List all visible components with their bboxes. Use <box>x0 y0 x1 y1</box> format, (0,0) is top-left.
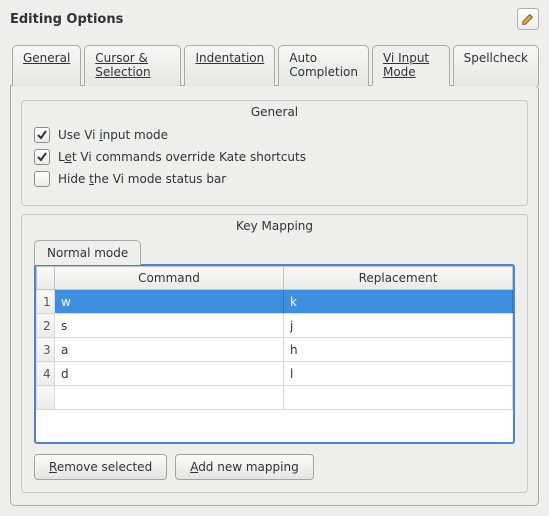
tab-panel-vi: General Use Vi input mode Let Vi command… <box>10 85 539 506</box>
cell-replacement[interactable]: h <box>284 338 513 362</box>
col-replacement[interactable]: Replacement <box>284 267 513 290</box>
tab-spellcheck[interactable]: Spellcheck <box>453 45 539 86</box>
row-number: 2 <box>37 314 55 338</box>
table-row-empty[interactable] <box>37 386 513 410</box>
group-key-mapping-title: Key Mapping <box>22 219 527 233</box>
checkbox-hide-status[interactable] <box>34 171 50 187</box>
checkbox-override[interactable] <box>34 149 50 165</box>
add-new-mapping-button[interactable]: Add new mapping <box>175 454 314 480</box>
group-general: General Use Vi input mode Let Vi command… <box>21 100 528 206</box>
check-icon <box>36 129 48 141</box>
label-use-vi: Use Vi input mode <box>58 128 168 142</box>
cell-replacement[interactable]: l <box>284 362 513 386</box>
tab-auto-completion[interactable]: Auto Completion <box>278 45 369 86</box>
cell-replacement[interactable]: j <box>284 314 513 338</box>
row-number: 1 <box>37 290 55 314</box>
cell-command[interactable]: a <box>55 338 284 362</box>
group-key-mapping: Key Mapping Normal mode Command Replacem… <box>21 214 528 493</box>
label-override: Let Vi commands override Kate shortcuts <box>58 150 306 164</box>
table-row[interactable]: 3 a h <box>37 338 513 362</box>
row-number: 3 <box>37 338 55 362</box>
tab-vi-input-mode[interactable]: Vi Input Mode <box>372 45 450 86</box>
checkbox-use-vi[interactable] <box>34 127 50 143</box>
cell-replacement[interactable] <box>284 386 513 410</box>
label-hide-status: Hide the Vi mode status bar <box>58 172 226 186</box>
main-tabs: General Cursor & Selection Indentation A… <box>10 44 539 85</box>
tab-cursor-selection[interactable]: Cursor & Selection <box>84 45 181 86</box>
row-number: 4 <box>37 362 55 386</box>
check-icon <box>36 151 48 163</box>
row-number <box>37 386 55 410</box>
cell-command[interactable]: w <box>55 290 284 314</box>
keymap-table[interactable]: Command Replacement 1 w k 2 s <box>34 264 515 444</box>
table-row[interactable]: 2 s j <box>37 314 513 338</box>
cell-command[interactable]: s <box>55 314 284 338</box>
pencil-icon <box>521 12 535 26</box>
col-command[interactable]: Command <box>55 267 284 290</box>
cell-replacement[interactable]: k <box>284 290 513 314</box>
remove-selected-button[interactable]: Remove selected <box>34 454 167 480</box>
tab-general[interactable]: General <box>12 45 81 86</box>
table-row[interactable]: 1 w k <box>37 290 513 314</box>
cell-command[interactable] <box>55 386 284 410</box>
edit-button[interactable] <box>517 8 539 30</box>
page-title: Editing Options <box>10 12 123 27</box>
tab-indentation[interactable]: Indentation <box>184 45 275 86</box>
table-row[interactable]: 4 d l <box>37 362 513 386</box>
col-rownum <box>37 267 55 290</box>
tab-normal-mode[interactable]: Normal mode <box>34 240 141 265</box>
group-general-title: General <box>22 105 527 119</box>
cell-command[interactable]: d <box>55 362 284 386</box>
